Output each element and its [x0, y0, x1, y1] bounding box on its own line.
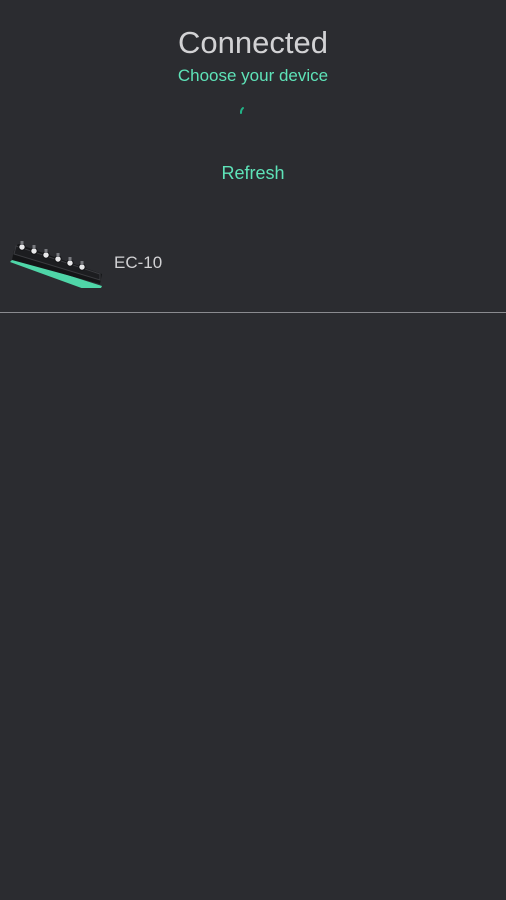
pedal-board-icon [10, 241, 102, 288]
device-name: EC-10 [114, 253, 163, 272]
refresh-button[interactable]: Refresh [203, 158, 303, 188]
page-title: Connected [178, 25, 328, 60]
page-subtitle: Choose your device [177, 66, 329, 85]
loading-spinner-icon [240, 107, 244, 114]
device-list-item[interactable]: EC-10 [0, 220, 506, 313]
